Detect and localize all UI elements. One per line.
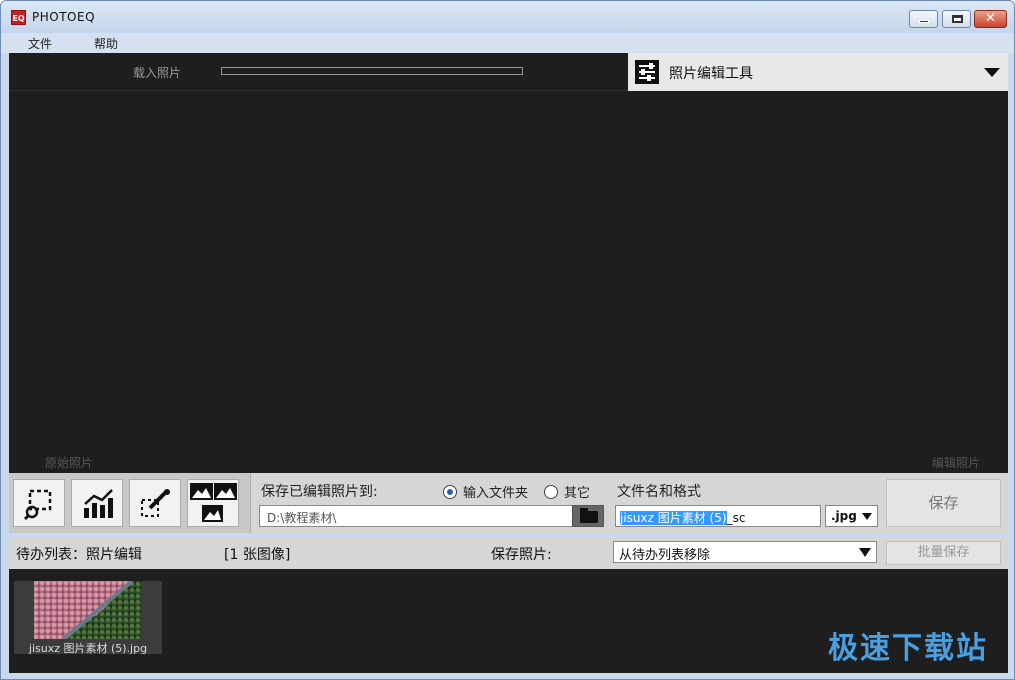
filename-field[interactable]: jisuxz 图片素材 (5)_sc bbox=[615, 505, 821, 527]
crop-select-icon bbox=[24, 489, 52, 520]
browse-folder-button[interactable] bbox=[572, 505, 604, 527]
queue-count: [1 张图像] bbox=[224, 547, 291, 563]
edit-tools-dropdown[interactable]: 照片编辑工具 bbox=[628, 53, 1008, 91]
radio-other[interactable]: 其它 bbox=[544, 482, 590, 501]
chevron-down-icon bbox=[984, 68, 1000, 77]
thumbnail-image bbox=[34, 581, 141, 639]
radio-unselected-indicator bbox=[544, 485, 558, 499]
thumbnail-list: jisuxz 图片素材 (5).jpg 极速下载站 bbox=[9, 569, 1008, 673]
filename-format-label: 文件名和格式 bbox=[617, 484, 701, 500]
output-path-field[interactable]: D:\教程素材\ bbox=[259, 505, 573, 527]
chevron-down-icon bbox=[862, 513, 872, 520]
menu-help[interactable]: 帮助 bbox=[94, 35, 118, 52]
load-photo-label: 载入照片 bbox=[133, 66, 182, 80]
folder-icon bbox=[580, 508, 598, 523]
maximize-icon bbox=[952, 15, 963, 23]
save-photo-label: 保存照片: bbox=[491, 547, 552, 563]
close-icon: ✕ bbox=[985, 11, 996, 26]
format-select[interactable]: .jpg bbox=[825, 505, 878, 527]
radio-input-folder[interactable]: 输入文件夹 bbox=[443, 482, 528, 501]
thumbnail-filename: jisuxz 图片素材 (5).jpg bbox=[28, 642, 148, 655]
radio-input-folder-label: 输入文件夹 bbox=[463, 486, 529, 501]
title-bar: EQ PHOTOEQ ✕ bbox=[1, 1, 1014, 33]
thumbnail-item[interactable]: jisuxz 图片素材 (5).jpg bbox=[14, 581, 162, 655]
compare-view-icon bbox=[190, 483, 237, 522]
format-value: .jpg bbox=[831, 509, 857, 523]
filename-selected-text: jisuxz 图片素材 (5) bbox=[620, 511, 727, 525]
compare-view-button[interactable] bbox=[187, 479, 239, 527]
minimize-button[interactable] bbox=[909, 10, 938, 28]
tool-buttons bbox=[9, 473, 250, 533]
after-save-value: 从待办列表移除 bbox=[619, 548, 711, 563]
app-window: EQ PHOTOEQ ✕ 文件 帮助 载入照片 照片编辑工具 原始照片 编辑照片 bbox=[0, 0, 1015, 680]
after-save-select[interactable]: 从待办列表移除 bbox=[613, 541, 877, 563]
select-zoom-button[interactable] bbox=[13, 479, 65, 527]
chevron-down-icon bbox=[859, 548, 871, 557]
edit-pen-button[interactable] bbox=[129, 479, 181, 527]
close-button[interactable]: ✕ bbox=[974, 10, 1007, 28]
save-button[interactable]: 保存 bbox=[886, 479, 1001, 527]
load-progress-bar bbox=[221, 67, 523, 75]
original-photo-label: 原始照片 bbox=[45, 456, 94, 470]
filename-suffix-text: _sc bbox=[726, 511, 746, 525]
queue-header: 待办列表：照片编辑 [1 张图像] 保存照片: 从待办列表移除 批量保存 bbox=[9, 537, 1008, 569]
control-panel: 保存已编辑照片到: 输入文件夹 其它 D:\教程素材\ 文件名和格式 jisux… bbox=[9, 473, 1008, 533]
photo-workspace: 载入照片 照片编辑工具 原始照片 编辑照片 bbox=[9, 53, 1008, 473]
watermark-text: 极速下载站 bbox=[828, 631, 988, 666]
window-title: PHOTOEQ bbox=[32, 10, 96, 24]
app-logo-icon: EQ bbox=[11, 10, 26, 25]
edited-photo-label: 编辑照片 bbox=[931, 456, 980, 470]
sliders-icon bbox=[635, 60, 659, 84]
load-bar: 载入照片 bbox=[9, 53, 628, 91]
menu-bar: 文件 帮助 bbox=[1, 33, 1014, 53]
queue-title: 待办列表：照片编辑 bbox=[16, 547, 142, 563]
chart-icon bbox=[84, 489, 113, 518]
pen-edit-icon bbox=[141, 489, 170, 517]
menu-file[interactable]: 文件 bbox=[28, 35, 52, 52]
adjust-levels-button[interactable] bbox=[71, 479, 123, 527]
batch-save-button[interactable]: 批量保存 bbox=[886, 541, 1001, 565]
edit-tools-label: 照片编辑工具 bbox=[669, 66, 753, 82]
radio-selected-indicator bbox=[443, 485, 457, 499]
save-to-label: 保存已编辑照片到: bbox=[261, 484, 378, 500]
minimize-icon bbox=[919, 20, 929, 23]
save-settings: 保存已编辑照片到: 输入文件夹 其它 D:\教程素材\ 文件名和格式 jisux… bbox=[250, 473, 1008, 533]
maximize-button[interactable] bbox=[942, 10, 971, 28]
radio-other-label: 其它 bbox=[564, 486, 591, 501]
